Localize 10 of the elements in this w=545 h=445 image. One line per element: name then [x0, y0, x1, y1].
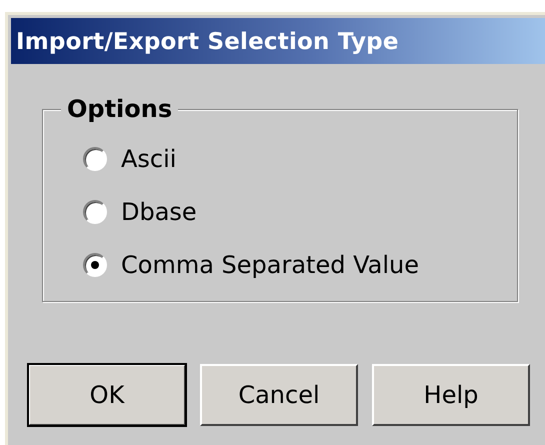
window-title: Import/Export Selection Type: [16, 28, 399, 57]
radio-button[interactable]: [83, 147, 107, 171]
radio-label[interactable]: Dbase: [121, 195, 197, 229]
radio-button[interactable]: [83, 200, 107, 224]
dialog-button[interactable]: Help: [372, 364, 530, 426]
dialog-button[interactable]: OK: [28, 364, 186, 426]
dialog-button[interactable]: Cancel: [200, 364, 358, 426]
radio-button[interactable]: [83, 253, 107, 277]
radio-label[interactable]: Comma Separated Value: [121, 248, 419, 282]
radio-label[interactable]: Ascii: [121, 142, 176, 176]
